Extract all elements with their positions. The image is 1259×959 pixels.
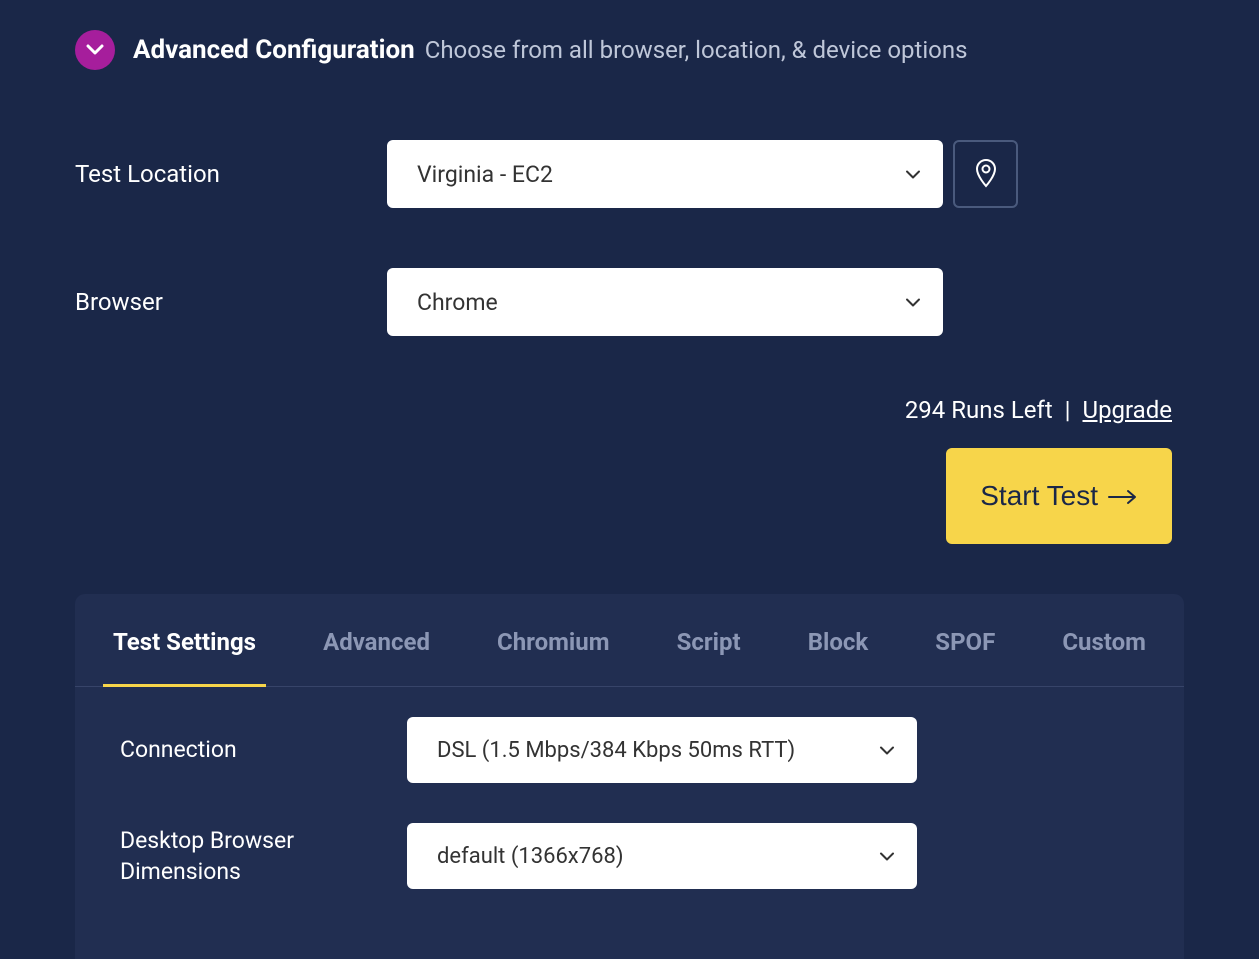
dimensions-select[interactable]: default (1366x768) xyxy=(407,823,917,889)
tab-advanced[interactable]: Advanced xyxy=(313,594,440,686)
runs-row: 294 Runs Left | Upgrade xyxy=(75,396,1184,424)
browser-value: Chrome xyxy=(387,268,943,336)
runs-divider: | xyxy=(1065,396,1071,424)
start-test-label: Start Test xyxy=(980,480,1098,512)
connection-select[interactable]: DSL (1.5 Mbps/384 Kbps 50ms RTT) xyxy=(407,717,917,783)
test-location-select[interactable]: Virginia - EC2 xyxy=(387,140,943,208)
toggle-advanced-button[interactable] xyxy=(75,30,115,70)
tab-spof[interactable]: SPOF xyxy=(925,594,1005,686)
advanced-config-header: Advanced Configuration Choose from all b… xyxy=(75,30,1184,70)
settings-body: Connection DSL (1.5 Mbps/384 Kbps 50ms R… xyxy=(75,687,1184,959)
header-subtitle: Choose from all browser, location, & dev… xyxy=(425,36,968,64)
tab-chromium[interactable]: Chromium xyxy=(487,594,620,686)
map-pin-icon xyxy=(974,158,998,191)
tab-block[interactable]: Block xyxy=(798,594,879,686)
chevron-down-icon xyxy=(86,41,104,60)
arrow-right-icon xyxy=(1108,480,1138,512)
tab-test-settings[interactable]: Test Settings xyxy=(103,594,266,686)
tab-script[interactable]: Script xyxy=(667,594,751,686)
header-title: Advanced Configuration xyxy=(133,35,415,65)
tab-custom[interactable]: Custom xyxy=(1052,594,1156,686)
connection-label: Connection xyxy=(120,734,407,765)
browser-select[interactable]: Chrome xyxy=(387,268,943,336)
browser-label: Browser xyxy=(75,288,387,316)
start-test-button[interactable]: Start Test xyxy=(946,448,1172,544)
test-location-label: Test Location xyxy=(75,160,387,188)
connection-value: DSL (1.5 Mbps/384 Kbps 50ms RTT) xyxy=(407,717,917,783)
dimensions-label: Desktop Browser Dimensions xyxy=(120,825,407,887)
tabs-row: Test Settings Advanced Chromium Script B… xyxy=(75,594,1184,687)
header-text: Advanced Configuration Choose from all b… xyxy=(133,35,968,65)
test-location-row: Test Location Virginia - EC2 xyxy=(75,140,1184,208)
dimensions-row: Desktop Browser Dimensions default (1366… xyxy=(120,823,1139,889)
runs-left-text: 294 Runs Left xyxy=(905,396,1053,424)
test-location-value: Virginia - EC2 xyxy=(387,140,943,208)
connection-row: Connection DSL (1.5 Mbps/384 Kbps 50ms R… xyxy=(120,717,1139,783)
map-location-button[interactable] xyxy=(953,140,1018,208)
start-row: Start Test xyxy=(75,448,1184,544)
browser-row: Browser Chrome xyxy=(75,268,1184,336)
dimensions-value: default (1366x768) xyxy=(407,823,917,889)
upgrade-link[interactable]: Upgrade xyxy=(1083,396,1173,424)
settings-panel: Test Settings Advanced Chromium Script B… xyxy=(75,594,1184,959)
